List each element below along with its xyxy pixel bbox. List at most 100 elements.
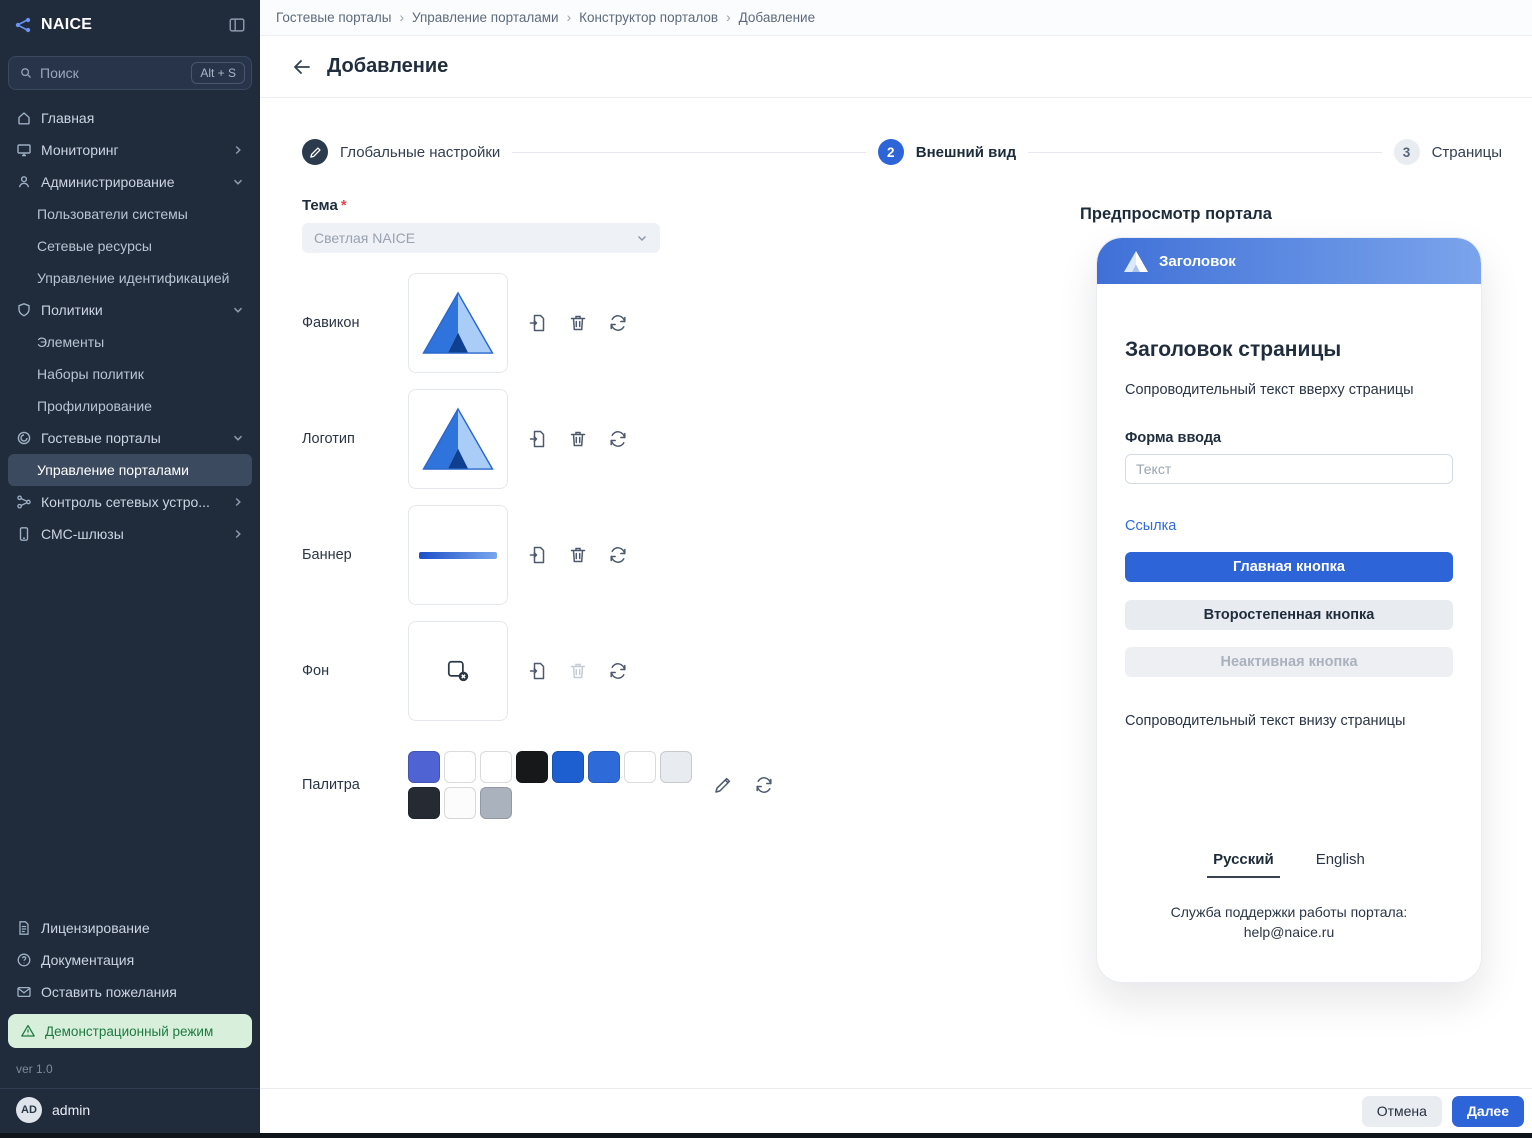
app-name: NAICE [41, 16, 219, 34]
network-icon [16, 494, 32, 510]
portal-preview-header: Заголовок [1097, 238, 1481, 284]
search-icon [19, 66, 33, 80]
sidebar-item-network-resources[interactable]: Сетевые ресурсы [8, 230, 252, 262]
theme-select[interactable]: Светлая NAICE [302, 223, 660, 253]
portal-primary-button[interactable]: Главная кнопка [1125, 552, 1453, 582]
step-number: 2 [878, 139, 904, 165]
tab-english[interactable]: English [1310, 847, 1371, 878]
cancel-button[interactable]: Отмена [1362, 1096, 1442, 1127]
sidebar-item-label: Главная [41, 110, 94, 126]
demo-mode-badge: Демонстрационный режим [8, 1014, 252, 1048]
sidebar-item-label: СМС-шлюзы [41, 526, 124, 542]
search-input[interactable] [40, 65, 184, 81]
sidebar-menu: Главная Мониторинг Администрирование Пол… [0, 100, 260, 552]
sidebar-item-label: Мониторинг [41, 142, 119, 158]
sidebar-item-feedback[interactable]: Оставить пожелания [8, 976, 252, 1008]
breadcrumb-item[interactable]: Гостевые порталы [276, 10, 392, 25]
chevron-down-icon [232, 176, 244, 188]
portal-text-input[interactable] [1125, 454, 1453, 484]
upload-icon[interactable] [528, 313, 548, 333]
chevron-down-icon [232, 304, 244, 316]
sidebar-item-home[interactable]: Главная [8, 102, 252, 134]
step-connector [1028, 152, 1381, 153]
upload-icon[interactable] [528, 429, 548, 449]
sidebar-item-system-users[interactable]: Пользователи системы [8, 198, 252, 230]
step-global-settings[interactable]: Глобальные настройки [302, 139, 500, 165]
tab-russian[interactable]: Русский [1207, 847, 1280, 878]
banner-preview [408, 505, 508, 605]
sidebar-footer: Лицензирование Документация Оставить пож… [0, 906, 260, 1133]
step-appearance[interactable]: 2 Внешний вид [878, 139, 1016, 165]
help-icon [16, 952, 32, 968]
chevron-right-icon [232, 496, 244, 508]
banner-image [419, 552, 497, 559]
sidebar-search[interactable]: Alt + S [8, 56, 252, 90]
sidebar-item-policy-sets[interactable]: Наборы политик [8, 358, 252, 390]
back-arrow-icon[interactable] [292, 57, 312, 77]
breadcrumb-item[interactable]: Управление порталами [412, 10, 559, 25]
background-row: Фон [302, 621, 628, 721]
sidebar-item-profiling[interactable]: Профилирование [8, 390, 252, 422]
logo-label: Логотип [302, 431, 408, 447]
refresh-icon[interactable] [608, 661, 628, 681]
refresh-icon[interactable] [608, 429, 628, 449]
background-preview-empty [408, 621, 508, 721]
sidebar-item-sms-gateways[interactable]: СМС-шлюзы [8, 518, 252, 550]
color-swatch [624, 751, 656, 783]
delete-icon[interactable] [568, 429, 588, 449]
color-swatch [552, 751, 584, 783]
upload-icon[interactable] [528, 545, 548, 565]
warning-icon [20, 1023, 36, 1039]
refresh-icon[interactable] [608, 313, 628, 333]
chevron-down-icon [636, 232, 648, 244]
user-row[interactable]: AD admin [0, 1088, 260, 1133]
language-tabs: Русский English [1125, 847, 1453, 878]
sidebar-item-licensing[interactable]: Лицензирование [8, 912, 252, 944]
next-button[interactable]: Далее [1452, 1096, 1524, 1127]
phone-icon [16, 526, 32, 542]
portal-secondary-button[interactable]: Второстепенная кнопка [1125, 600, 1453, 630]
avatar: AD [16, 1097, 42, 1123]
sidebar-item-identity-management[interactable]: Управление идентификацией [8, 262, 252, 294]
main-area: Гостевые порталы › Управление порталами … [260, 0, 1532, 1138]
portal-link[interactable]: Ссылка [1125, 518, 1176, 534]
home-icon [16, 110, 32, 126]
page-header: Добавление [260, 36, 1532, 98]
sidebar-item-network-device-control[interactable]: Контроль сетевых устро... [8, 486, 252, 518]
support-text: Служба поддержки работы портала: [1125, 902, 1453, 922]
banner-row: Баннер [302, 505, 628, 605]
logo-row: Логотип [302, 389, 628, 489]
delete-icon[interactable] [568, 313, 588, 333]
sidebar-item-label: Контроль сетевых устро... [41, 494, 210, 510]
demo-mode-label: Демонстрационный режим [45, 1024, 213, 1039]
edit-palette-icon[interactable] [713, 775, 733, 795]
favicon-row: Фавикон [302, 273, 628, 373]
sidebar-item-administration[interactable]: Администрирование [8, 166, 252, 198]
stepper: Глобальные настройки 2 Внешний вид 3 Стр… [302, 139, 1502, 165]
chevron-right-icon [232, 144, 244, 156]
portal-disabled-button: Неактивная кнопка [1125, 647, 1453, 677]
background-label: Фон [302, 663, 408, 679]
sidebar-item-guest-portals[interactable]: Гостевые порталы [8, 422, 252, 454]
step-connector [512, 152, 865, 153]
sidebar-item-elements[interactable]: Элементы [8, 326, 252, 358]
favicon-preview [408, 273, 508, 373]
sidebar-item-label: Оставить пожелания [41, 984, 177, 1000]
color-swatch [408, 787, 440, 819]
sidebar-item-portal-management[interactable]: Управление порталами [8, 454, 252, 486]
step-label: Глобальные настройки [340, 144, 500, 161]
step-pages[interactable]: 3 Страницы [1394, 139, 1502, 165]
palette-label: Палитра [302, 777, 408, 793]
shield-icon [16, 302, 32, 318]
sidebar-item-policies[interactable]: Политики [8, 294, 252, 326]
upload-icon[interactable] [528, 661, 548, 681]
refresh-icon[interactable] [608, 545, 628, 565]
portal-preview-card: Заголовок Заголовок страницы Сопроводите… [1096, 237, 1482, 983]
sidebar-item-monitoring[interactable]: Мониторинг [8, 134, 252, 166]
sidebar-item-documentation[interactable]: Документация [8, 944, 252, 976]
breadcrumb-item[interactable]: Конструктор порталов [579, 10, 718, 25]
refresh-icon[interactable] [754, 775, 774, 795]
sidebar-collapse-icon[interactable] [228, 16, 246, 34]
delete-icon[interactable] [568, 545, 588, 565]
license-icon [16, 920, 32, 936]
